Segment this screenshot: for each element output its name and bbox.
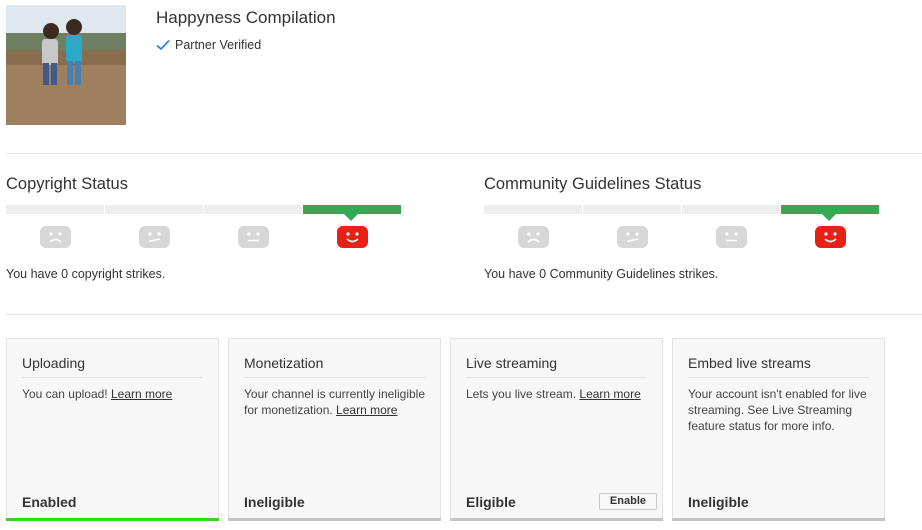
happy-face-icon bbox=[815, 226, 846, 248]
copyright-faces bbox=[6, 226, 402, 248]
status-bar-segment-active bbox=[303, 205, 401, 221]
community-status-meter bbox=[484, 205, 879, 221]
feature-card-embed-live-streams: Embed live streams Your account isn't en… bbox=[672, 338, 885, 521]
community-faces bbox=[484, 226, 880, 248]
card-description-text: Your channel is currently ineligible for… bbox=[244, 387, 425, 417]
card-status: Enabled bbox=[22, 494, 77, 510]
card-description: Your channel is currently ineligible for… bbox=[244, 386, 430, 418]
card-description: You can upload! Learn more bbox=[22, 386, 208, 402]
learn-more-link[interactable]: Learn more bbox=[336, 403, 397, 417]
copyright-status-title: Copyright Status bbox=[6, 175, 128, 193]
status-bar-segment bbox=[484, 205, 582, 214]
copyright-strikes-message: You have 0 copyright strikes. bbox=[6, 267, 166, 281]
meh-face-icon bbox=[139, 226, 170, 248]
status-underline bbox=[672, 518, 885, 521]
partner-verified-label: Partner Verified bbox=[175, 38, 262, 52]
channel-thumbnail[interactable] bbox=[6, 5, 126, 125]
status-underline bbox=[6, 518, 219, 521]
feature-cards: Uploading You can upload! Learn more Ena… bbox=[6, 338, 885, 521]
learn-more-link[interactable]: Learn more bbox=[579, 387, 640, 401]
sad-face-icon bbox=[518, 226, 549, 248]
card-description-text: You can upload! bbox=[22, 387, 111, 401]
community-status-title: Community Guidelines Status bbox=[484, 175, 702, 193]
divider bbox=[688, 377, 869, 378]
checkmark-icon bbox=[156, 39, 170, 51]
neutral-face-icon bbox=[716, 226, 747, 248]
status-bar-segment bbox=[105, 205, 203, 214]
card-description: Your account isn't enabled for live stre… bbox=[688, 386, 874, 434]
status-bar-segment bbox=[6, 205, 104, 214]
feature-card-live-streaming: Live streaming Lets you live stream. Lea… bbox=[450, 338, 663, 521]
divider bbox=[6, 153, 922, 154]
card-title: Uploading bbox=[22, 355, 86, 371]
card-title: Monetization bbox=[244, 355, 324, 371]
enable-live-streaming-button[interactable]: Enable bbox=[598, 493, 657, 510]
divider bbox=[6, 314, 922, 315]
copyright-status-meter bbox=[6, 205, 401, 221]
card-description-text: Lets you live stream. bbox=[466, 387, 580, 401]
divider bbox=[466, 377, 647, 378]
status-bar-segment bbox=[204, 205, 302, 214]
channel-title: Happyness Compilation bbox=[156, 8, 336, 27]
feature-card-monetization: Monetization Your channel is currently i… bbox=[228, 338, 441, 521]
status-bar-segment bbox=[583, 205, 681, 214]
divider bbox=[244, 377, 425, 378]
neutral-face-icon bbox=[238, 226, 269, 248]
meh-face-icon bbox=[617, 226, 648, 248]
card-description-text: Your account isn't enabled for live stre… bbox=[688, 387, 867, 433]
card-status: Eligible bbox=[466, 494, 516, 510]
status-bar-segment bbox=[682, 205, 780, 214]
card-title: Embed live streams bbox=[688, 355, 811, 371]
learn-more-link[interactable]: Learn more bbox=[111, 387, 172, 401]
feature-card-uploading: Uploading You can upload! Learn more Ena… bbox=[6, 338, 219, 521]
community-strikes-message: You have 0 Community Guidelines strikes. bbox=[484, 267, 719, 281]
sad-face-icon bbox=[40, 226, 71, 248]
status-underline bbox=[228, 518, 441, 521]
status-underline bbox=[450, 518, 663, 521]
card-status: Ineligible bbox=[688, 494, 749, 510]
happy-face-icon bbox=[337, 226, 368, 248]
card-description: Lets you live stream. Learn more bbox=[466, 386, 652, 402]
partner-verified-badge: Partner Verified bbox=[156, 38, 261, 52]
card-status: Ineligible bbox=[244, 494, 305, 510]
divider bbox=[22, 377, 203, 378]
card-title: Live streaming bbox=[466, 355, 558, 371]
status-bar-segment-active bbox=[781, 205, 879, 221]
